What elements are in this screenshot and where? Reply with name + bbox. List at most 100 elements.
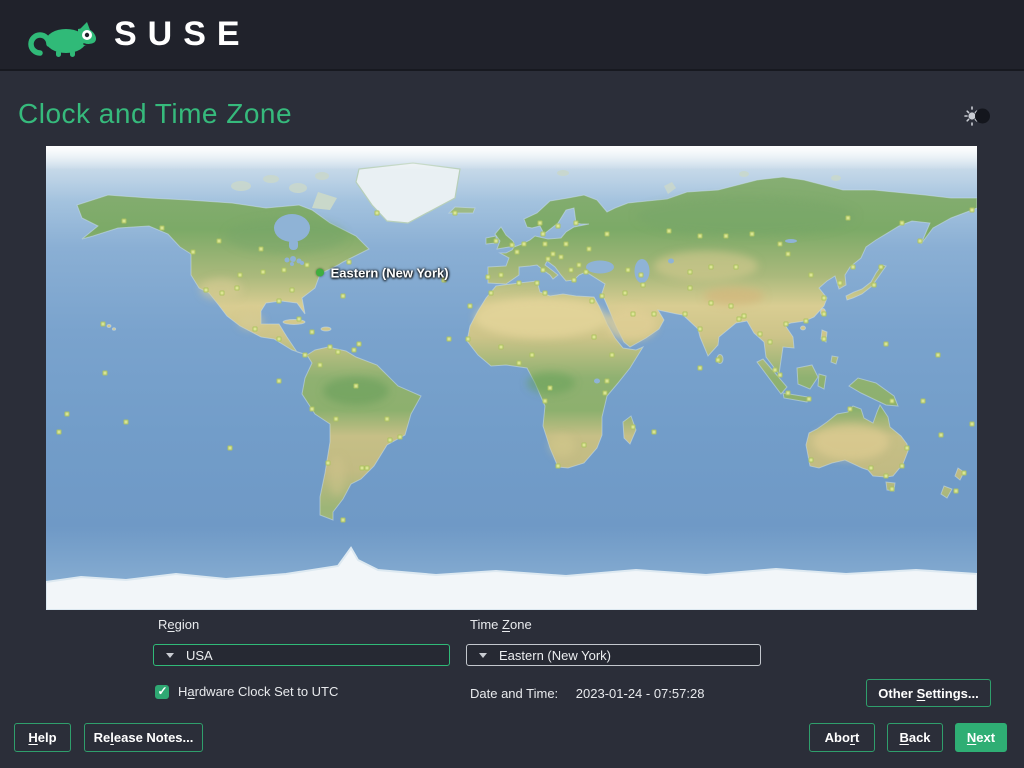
city-dot <box>651 429 657 435</box>
city-dot <box>697 326 703 332</box>
city-dot <box>353 383 359 389</box>
city-dot <box>871 282 877 288</box>
city-dot <box>969 207 975 213</box>
city-dot <box>821 295 827 301</box>
city-dot <box>252 326 258 332</box>
city-dot <box>845 215 851 221</box>
city-dot <box>571 277 577 283</box>
hardware-clock-checkbox[interactable] <box>155 684 169 699</box>
city-dot <box>889 486 895 492</box>
city-dot <box>599 293 605 298</box>
city-dot <box>542 241 548 247</box>
page-title: Clock and Time Zone <box>18 98 293 129</box>
city-dot <box>708 300 714 306</box>
city-dot <box>317 362 323 368</box>
suse-logo: SUSE <box>26 9 251 61</box>
chevron-down-icon <box>479 652 487 658</box>
timezone-marker-label: Eastern (New York) <box>330 265 449 281</box>
city-dot <box>446 336 452 342</box>
city-dot <box>808 272 814 278</box>
city-dot <box>216 238 222 244</box>
city-dot <box>493 238 499 244</box>
city-dot <box>625 267 631 273</box>
city-dot <box>351 347 357 353</box>
city-dot <box>498 272 504 278</box>
city-dot <box>666 228 672 234</box>
city-dot <box>276 336 282 342</box>
city-dot <box>545 256 551 262</box>
back-button[interactable]: Back <box>887 723 943 752</box>
city-dot <box>837 280 843 286</box>
city-dot <box>757 331 763 337</box>
city-dot <box>121 218 127 224</box>
city-dot <box>687 269 693 275</box>
city-dot <box>547 385 553 391</box>
city-dot <box>920 398 926 404</box>
city-dot <box>102 370 108 376</box>
city-dot <box>783 321 789 327</box>
abort-button[interactable]: Abort <box>809 723 875 752</box>
city-dot <box>356 341 362 347</box>
city-dot <box>682 311 688 317</box>
city-dot <box>537 220 543 226</box>
city-dot <box>899 463 905 469</box>
other-settings-button[interactable]: Other Settings... <box>866 679 991 707</box>
city-dot <box>514 249 520 255</box>
city-dot <box>868 465 874 471</box>
hardware-clock-utc-row[interactable]: Hardware Clock Set to UTC <box>155 684 338 699</box>
top-bar: SUSE <box>0 0 1024 71</box>
city-dots-layer <box>46 146 977 610</box>
city-dot <box>465 336 471 342</box>
city-dot <box>715 357 721 363</box>
city-dot <box>384 416 390 422</box>
city-dot <box>64 411 70 417</box>
help-button[interactable]: Help <box>14 723 71 752</box>
region-dropdown[interactable]: USA <box>153 644 450 666</box>
city-dot <box>969 421 975 427</box>
selected-timezone-marker: Eastern (New York) <box>315 265 449 281</box>
city-dot <box>550 251 556 257</box>
city-dot <box>237 272 243 278</box>
city-dot <box>309 406 315 412</box>
city-dot <box>335 349 341 355</box>
city-dot <box>917 238 923 244</box>
time-zone-dropdown[interactable]: Eastern (New York) <box>466 644 761 666</box>
city-dot <box>604 231 610 237</box>
city-dot <box>651 311 657 317</box>
city-dot <box>850 264 856 270</box>
next-button[interactable]: Next <box>955 723 1007 752</box>
city-dot <box>581 442 587 448</box>
timezone-map[interactable]: Eastern (New York) <box>46 146 977 610</box>
city-dot <box>276 298 282 304</box>
installer-window: SUSE Clock and Time Zone Eastern (New Yo… <box>0 0 1024 768</box>
city-dot <box>806 396 812 402</box>
city-dot <box>374 210 380 216</box>
city-dot <box>961 470 967 476</box>
city-dot <box>808 457 814 463</box>
city-dot <box>325 460 331 466</box>
city-dot <box>777 372 783 378</box>
city-dot <box>697 365 703 371</box>
day-night-toggle-icon[interactable] <box>964 106 992 126</box>
city-dot <box>630 424 636 430</box>
hardware-clock-label[interactable]: Hardware Clock Set to UTC <box>178 684 338 699</box>
release-notes-button[interactable]: Release Notes... <box>84 723 203 752</box>
city-dot <box>203 287 209 293</box>
city-dot <box>638 272 644 278</box>
city-dot <box>302 352 308 358</box>
city-dot <box>568 267 574 273</box>
city-dot <box>785 390 791 396</box>
date-time-label: Date and Time: <box>470 686 559 701</box>
city-dot <box>309 329 315 335</box>
city-dot <box>281 267 287 273</box>
time-zone-value: Eastern (New York) <box>499 647 611 663</box>
city-dot <box>227 445 233 451</box>
city-dot <box>630 311 636 317</box>
city-dot <box>573 220 579 226</box>
city-dot <box>327 344 333 350</box>
city-dot <box>591 334 597 340</box>
city-dot <box>767 339 773 345</box>
date-time-value: 2023-01-24 - 07:57:28 <box>575 686 705 701</box>
city-dot <box>234 285 240 291</box>
city-dot <box>340 517 346 523</box>
